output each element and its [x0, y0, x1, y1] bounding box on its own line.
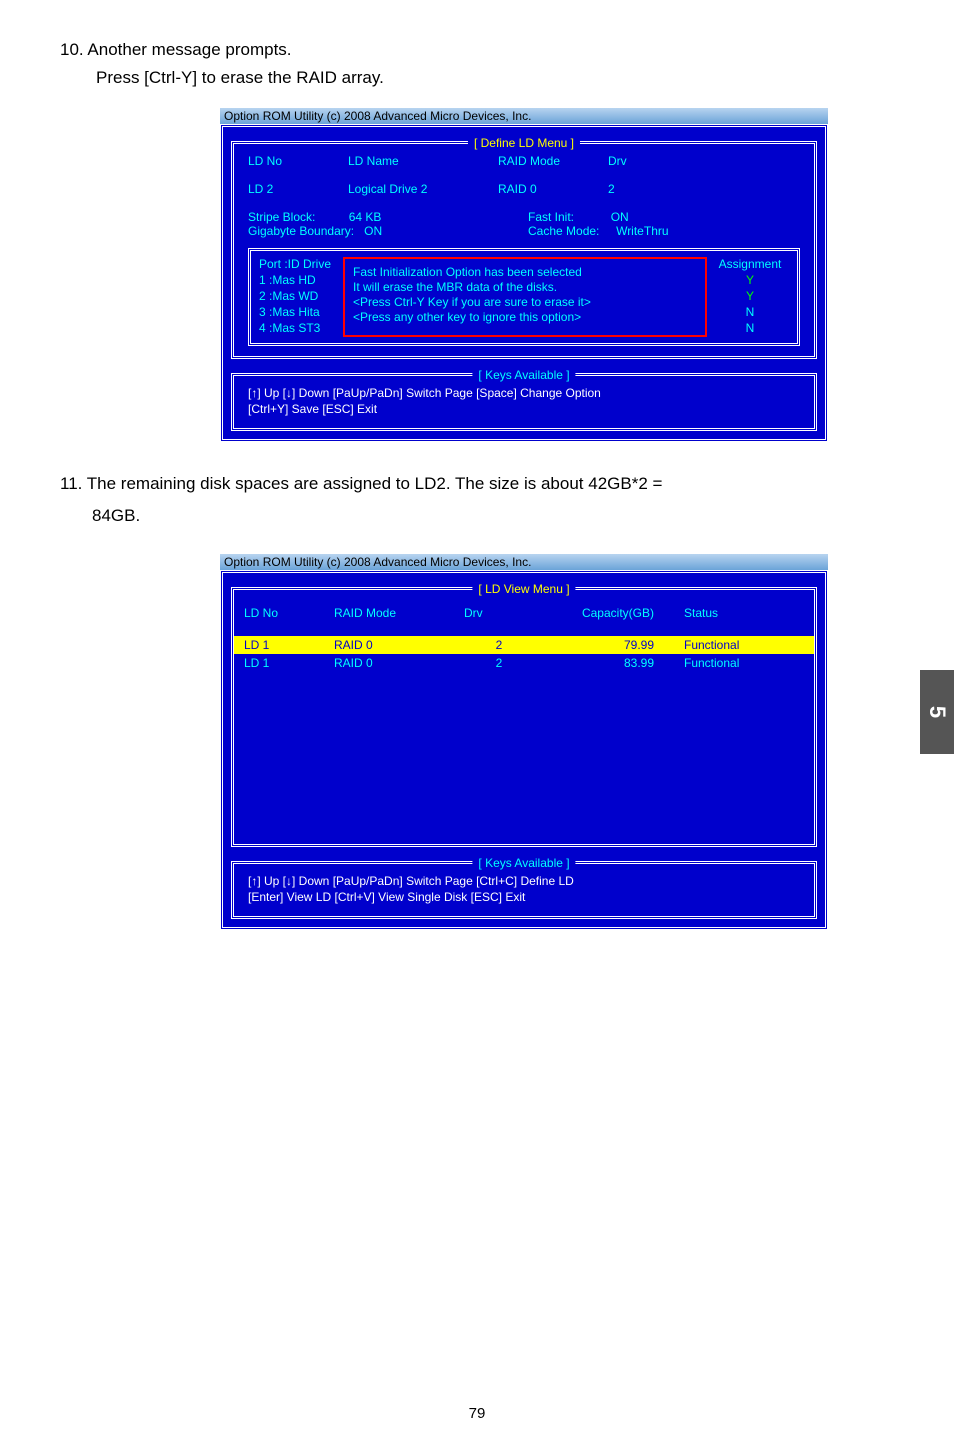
drive-head: Port :ID Drive: [259, 257, 339, 271]
popup-l4: <Press any other key to ignore this opti…: [353, 310, 697, 324]
step-11-line2: 84GB.: [60, 504, 894, 528]
keys1-l1: [↑] Up [↓] Down [PaUp/PaDn] Switch Page …: [248, 386, 800, 400]
page-number: 79: [469, 1405, 486, 1422]
bios1-section-title: [ Define LD Menu ]: [468, 136, 580, 150]
bios-screenshot-1: Option ROM Utility (c) 2008 Advanced Mic…: [220, 108, 828, 442]
keys2-l2: [Enter] View LD [Ctrl+V] View Single Dis…: [248, 890, 800, 904]
drive-2: 2 :Mas WD: [259, 289, 339, 303]
keys-title-1: [ Keys Available ]: [472, 368, 575, 382]
popup-dialog: Fast Initialization Option has been sele…: [343, 257, 707, 337]
col-ldno: LD No: [248, 154, 348, 168]
drive-1: 1 :Mas HD: [259, 273, 339, 287]
gb-val: ON: [364, 224, 382, 238]
drive-4: 4 :Mas ST3: [259, 321, 339, 335]
cache-val: WriteThru: [616, 224, 668, 238]
r1-mode: RAID 0: [334, 656, 464, 670]
keys1-l2: [Ctrl+Y] Save [ESC] Exit: [248, 402, 800, 416]
drive-3: 3 :Mas Hita: [259, 305, 339, 319]
th-ldno: LD No: [244, 606, 334, 620]
col-drv: Drv: [608, 154, 688, 168]
assign-4: N: [711, 321, 789, 335]
row-raidmode: RAID 0: [498, 182, 608, 196]
col-raidmode: RAID Mode: [498, 154, 608, 168]
th-mode: RAID Mode: [334, 606, 464, 620]
cache-label: Cache Mode:: [528, 224, 599, 238]
row-drv: 2: [608, 182, 688, 196]
row-ldname: Logical Drive 2: [348, 182, 498, 196]
assign-2: Y: [711, 289, 789, 303]
fastinit-label: Fast Init:: [528, 210, 574, 224]
fastinit-val: ON: [611, 210, 629, 224]
step-10-line2: Press [Ctrl-Y] to erase the RAID array.: [60, 68, 894, 88]
r1-cap: 83.99: [534, 656, 684, 670]
bios1-titlebar: Option ROM Utility (c) 2008 Advanced Mic…: [220, 108, 828, 124]
table-row-selected: LD 1 RAID 0 2 79.99 Functional: [234, 636, 814, 654]
table-row: LD 1 RAID 0 2 83.99 Functional: [234, 654, 814, 672]
gb-label: Gigabyte Boundary:: [248, 224, 354, 238]
r0-status: Functional: [684, 638, 784, 652]
stripe-val: [319, 210, 349, 224]
r1-ldno: LD 1: [244, 656, 334, 670]
row-ldno: LD 2: [248, 182, 348, 196]
r0-cap: 79.99: [534, 638, 684, 652]
step-11-line1: 11. The remaining disk spaces are assign…: [60, 472, 894, 496]
bios2-section-title: [ LD View Menu ]: [472, 582, 575, 596]
popup-l2: It will erase the MBR data of the disks.: [353, 280, 697, 294]
assign-3: N: [711, 305, 789, 319]
col-ldname: LD Name: [348, 154, 498, 168]
th-cap: Capacity(GB): [534, 606, 684, 620]
popup-l3: <Press Ctrl-Y Key if you are sure to era…: [353, 295, 697, 309]
popup-l1: Fast Initialization Option has been sele…: [353, 265, 697, 279]
r0-mode: RAID 0: [334, 638, 464, 652]
bios-screenshot-2: Option ROM Utility (c) 2008 Advanced Mic…: [220, 554, 828, 930]
r0-ldno: LD 1: [244, 638, 334, 652]
chapter-tab: 5: [920, 670, 954, 754]
assign-1: Y: [711, 273, 789, 287]
keys2-l1: [↑] Up [↓] Down [PaUp/PaDn] Switch Page …: [248, 874, 800, 888]
th-drv: Drv: [464, 606, 534, 620]
r0-drv: 2: [464, 638, 534, 652]
r1-status: Functional: [684, 656, 784, 670]
step-10-line1: 10. Another message prompts.: [60, 40, 894, 60]
stripe-label: Stripe Block:: [248, 210, 315, 224]
r1-drv: 2: [464, 656, 534, 670]
keys-title-2: [ Keys Available ]: [472, 856, 575, 870]
bios2-titlebar: Option ROM Utility (c) 2008 Advanced Mic…: [220, 554, 828, 570]
assign-head: Assignment: [711, 257, 789, 271]
th-status: Status: [684, 606, 784, 620]
